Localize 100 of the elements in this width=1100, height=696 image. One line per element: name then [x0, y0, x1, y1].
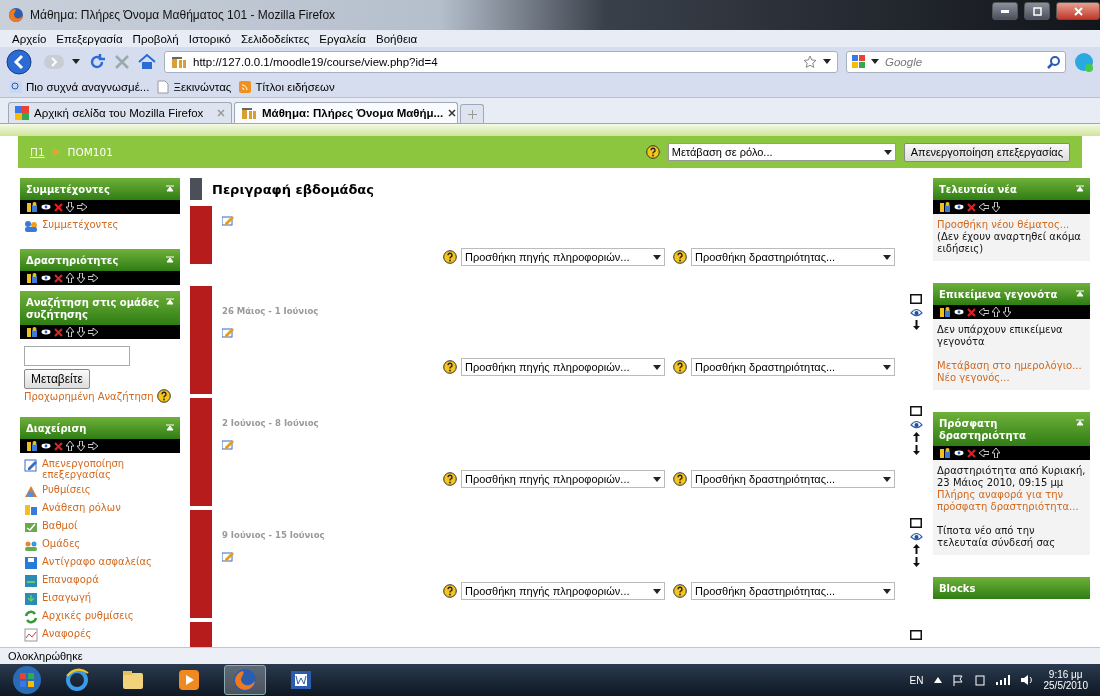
browser-tab[interactable]: Μάθημα: Πλήρες Όνομα Μαθήμ...	[234, 102, 458, 123]
add-resource-select[interactable]: Προσθήκη πηγής πληροφοριών...	[461, 582, 665, 600]
eye-icon[interactable]	[954, 204, 964, 210]
help-icon[interactable]	[673, 584, 687, 598]
collapse-icon[interactable]	[1076, 184, 1084, 192]
clock[interactable]: 9:16 μμ 25/5/2010	[1043, 669, 1088, 691]
up-arrow-icon[interactable]	[992, 448, 1000, 458]
flag-icon[interactable]	[951, 674, 964, 686]
square-icon[interactable]	[910, 518, 922, 528]
menu-link[interactable]: Επαναφορά	[24, 574, 176, 588]
menu-item[interactable]: Σελιδοδείκτες	[240, 32, 310, 45]
square-icon[interactable]	[910, 294, 922, 304]
edit-mode-button[interactable]: Απενεργοποίηση επεξεργασίας	[903, 142, 1070, 162]
eye-icon[interactable]	[909, 419, 923, 429]
edit-summary-icon[interactable]	[222, 328, 234, 338]
up-arrow-icon[interactable]	[912, 432, 920, 442]
menu-link[interactable]: Αναφορές	[24, 628, 176, 642]
menu-link[interactable]: Απενεργοποίηση επεξεργασίας	[24, 458, 176, 480]
help-icon[interactable]	[673, 360, 687, 374]
eye-icon[interactable]	[909, 531, 923, 541]
language-indicator[interactable]: EN	[909, 674, 924, 686]
star-icon[interactable]	[803, 54, 817, 69]
help-icon[interactable]	[443, 584, 457, 598]
search-icon[interactable]	[1047, 54, 1061, 69]
add-resource-select[interactable]: Προσθήκη πηγής πληροφοριών...	[461, 470, 665, 488]
down-arrow-icon[interactable]	[77, 273, 85, 283]
help-icon[interactable]	[645, 145, 660, 159]
menu-link[interactable]: Ρυθμίσεις	[24, 484, 176, 498]
up-arrow-icon[interactable]	[66, 273, 74, 283]
up-arrow-icon[interactable]	[66, 327, 74, 337]
delete-icon[interactable]	[967, 448, 976, 458]
eye-icon[interactable]	[41, 443, 51, 449]
maximize-button[interactable]	[1024, 2, 1050, 20]
down-arrow-icon[interactable]	[77, 441, 85, 451]
add-resource-select[interactable]: Προσθήκη πηγής πληροφοριών...	[461, 358, 665, 376]
menu-item[interactable]: Ιστορικό	[188, 32, 231, 45]
go-button[interactable]: Μεταβείτε	[24, 369, 90, 389]
add-activity-select[interactable]: Προσθήκη δραστηριότητας...	[691, 358, 895, 376]
bookmark-link[interactable]: Τίτλοι ειδήσεων	[239, 80, 335, 93]
eye-icon[interactable]	[909, 307, 923, 317]
square-icon[interactable]	[910, 630, 922, 640]
help-icon[interactable]	[443, 360, 457, 374]
bookmark-link[interactable]: Πιο συχνά αναγνωσμέ...	[10, 80, 150, 93]
reload-icon[interactable]	[88, 52, 106, 71]
help-icon[interactable]	[156, 389, 171, 403]
menu-link[interactable]: Εισαγωγή	[24, 592, 176, 606]
eye-icon[interactable]	[41, 275, 51, 281]
menu-link[interactable]: Αντίγραφο ασφαλείας	[24, 556, 176, 570]
help-icon[interactable]	[443, 472, 457, 486]
edit-summary-icon[interactable]	[222, 216, 234, 226]
eye-icon[interactable]	[41, 204, 51, 210]
eye-icon[interactable]	[954, 450, 964, 456]
edit-summary-icon[interactable]	[222, 552, 234, 562]
menu-item[interactable]: Εργαλεία	[319, 32, 367, 45]
volume-icon[interactable]	[1019, 674, 1034, 686]
delete-icon[interactable]	[967, 202, 976, 212]
delete-icon[interactable]	[54, 327, 63, 337]
collapse-icon[interactable]	[1076, 289, 1084, 297]
role-select[interactable]: Μετάβαση σε ρόλο...	[667, 143, 896, 161]
right-arrow-icon[interactable]	[88, 442, 98, 450]
eye-icon[interactable]	[41, 329, 51, 335]
menu-link[interactable]: Συμμετέχοντες	[24, 219, 176, 233]
delete-icon[interactable]	[967, 307, 976, 317]
menu-item[interactable]: Αρχείο	[12, 32, 47, 45]
down-arrow-icon[interactable]	[77, 327, 85, 337]
collapse-icon[interactable]	[166, 297, 174, 305]
left-arrow-icon[interactable]	[979, 308, 989, 316]
down-arrow-icon[interactable]	[912, 445, 920, 455]
close-button[interactable]	[1056, 2, 1100, 20]
close-tab-icon[interactable]	[448, 109, 457, 117]
help-icon[interactable]	[673, 472, 687, 486]
eye-icon[interactable]	[954, 309, 964, 315]
delete-icon[interactable]	[54, 202, 63, 212]
minimize-button[interactable]	[992, 2, 1018, 20]
right-arrow-icon[interactable]	[88, 274, 98, 282]
collapse-icon[interactable]	[166, 184, 174, 192]
menu-link[interactable]: Ομάδες	[24, 538, 176, 552]
collapse-icon[interactable]	[1076, 418, 1084, 426]
menu-link[interactable]: Βαθμοί	[24, 520, 176, 534]
menu-item[interactable]: Επεξεργασία	[56, 32, 123, 45]
help-icon[interactable]	[673, 250, 687, 264]
bookmark-link[interactable]: Ξεκινώντας	[157, 79, 232, 94]
square-icon[interactable]	[910, 406, 922, 416]
search-input[interactable]	[24, 346, 130, 366]
advanced-search-link[interactable]: Προχωρημένη Αναζήτηση	[24, 390, 154, 402]
add-activity-select[interactable]: Προσθήκη δραστηριότητας...	[691, 248, 895, 266]
address-bar[interactable]: http://127.0.0.1/moodle19/course/view.php?id=4	[164, 50, 838, 73]
down-arrow-icon[interactable]	[912, 557, 920, 567]
down-arrow-icon[interactable]	[66, 202, 74, 212]
add-resource-select[interactable]: Προσθήκη πηγής πληροφοριών...	[461, 248, 665, 266]
up-arrow-icon[interactable]	[992, 307, 1000, 317]
down-arrow-icon[interactable]	[1003, 307, 1011, 317]
menu-item[interactable]: Βοήθεια	[376, 32, 418, 45]
browser-tab[interactable]: Αρχική σελίδα του Mozilla Firefox	[8, 102, 232, 123]
help-icon[interactable]	[443, 250, 457, 264]
tray-expand-icon[interactable]	[933, 677, 942, 683]
down-arrow-icon[interactable]	[912, 320, 920, 330]
start-button-icon[interactable]	[12, 665, 42, 695]
menu-item[interactable]: Προβολή	[132, 32, 179, 45]
right-arrow-icon[interactable]	[77, 203, 87, 211]
